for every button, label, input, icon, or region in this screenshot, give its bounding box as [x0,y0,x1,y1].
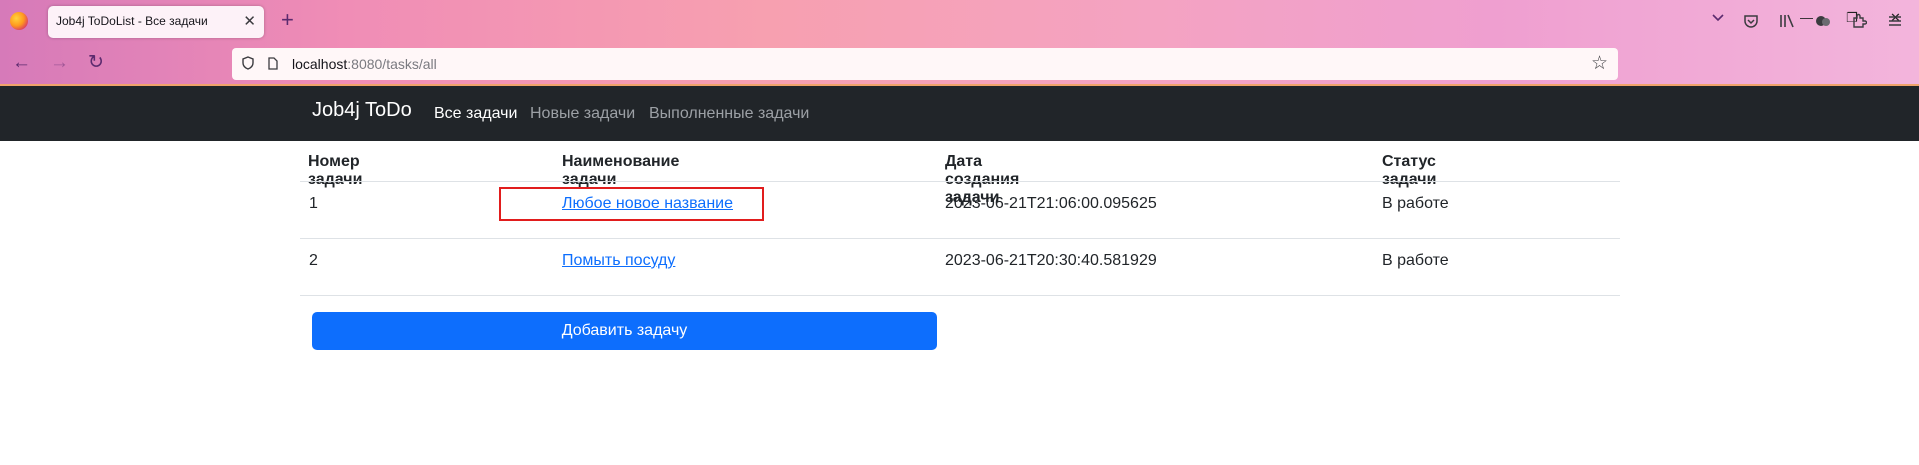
forward-icon[interactable]: → [50,52,69,74]
navbar-brand[interactable]: Job4j ToDo [312,99,412,122]
tab-active[interactable]: Job4j ToDoList - Все задачи ✕ [48,6,264,38]
tab-close-icon[interactable]: ✕ [243,12,256,30]
task-id: 1 [309,195,318,212]
annotation-highlight-box [499,187,764,221]
tab-title: Job4j ToDoList - Все задачи [56,14,208,28]
minimize-window-icon[interactable]: — [1800,10,1813,25]
hamburger-menu-icon[interactable] [1887,13,1903,29]
library-icon[interactable] [1779,13,1795,29]
firefox-menu-icon[interactable] [10,12,28,30]
app-navbar: Job4j ToDo Все задачи Новые задачи Выпол… [0,86,1919,141]
browser-chrome: Job4j ToDoList - Все задачи ✕ + — ❐ ✕ ← … [0,0,1919,84]
task-status: В работе [1382,195,1449,212]
row-divider [300,238,1620,239]
task-status: В работе [1382,252,1449,269]
list-all-tabs-icon[interactable] [1712,12,1724,24]
header-task-number: Номер задачи [308,153,363,188]
extensions-puzzle-icon[interactable] [1851,13,1867,29]
extension-gear-icon[interactable] [1815,13,1831,29]
nav-link-new-tasks[interactable]: Новые задачи [530,105,635,123]
pocket-icon[interactable] [1743,13,1759,29]
nav-link-done-tasks[interactable]: Выполненные задачи [649,105,809,123]
bookmark-star-icon[interactable]: ☆ [1591,52,1608,75]
url-bar[interactable]: localhost:8080/tasks/all ☆ [232,48,1618,80]
header-task-status: Статус задачи [1382,153,1437,188]
back-icon[interactable]: ← [12,52,31,74]
new-tab-icon[interactable]: + [281,9,294,31]
header-task-name: Наименование задачи [562,153,680,188]
add-task-button[interactable]: Добавить задачу [312,312,937,350]
reload-icon[interactable]: ↻ [88,52,104,74]
task-created: 2023-06-21T21:06:00.095625 [945,195,1157,212]
tab-bar: Job4j ToDoList - Все задачи ✕ + — ❐ ✕ [0,0,1919,44]
task-created: 2023-06-21T20:30:40.581929 [945,252,1157,269]
tracking-protection-shield-icon[interactable] [242,56,254,70]
task-name-link[interactable]: Помыть посуду [562,252,675,270]
row-divider [300,181,1620,182]
page-info-icon[interactable] [268,57,278,70]
url-text[interactable]: localhost:8080/tasks/all [292,56,437,72]
task-id: 2 [309,252,318,269]
nav-link-all-tasks[interactable]: Все задачи [434,105,517,123]
row-divider [300,295,1620,296]
